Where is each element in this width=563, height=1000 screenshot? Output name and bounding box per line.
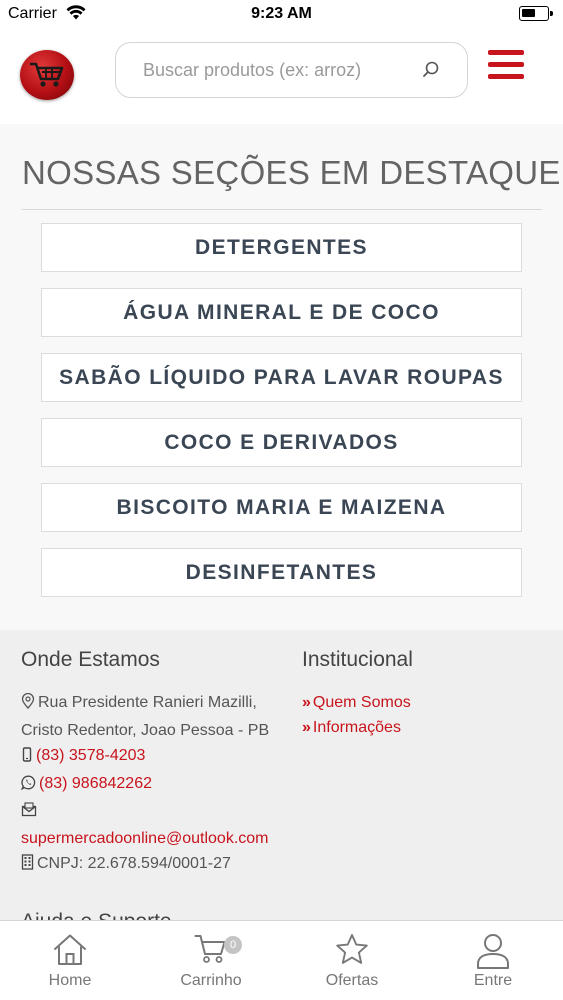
category-button-biscoito[interactable]: BISCOITO MARIA E MAIZENA: [41, 483, 522, 532]
mobile-phone-icon: [21, 745, 33, 771]
phone-line: (83) 3578-4203: [21, 743, 291, 771]
search-input[interactable]: [116, 43, 416, 97]
tab-entre[interactable]: Entre: [423, 921, 563, 1000]
user-icon: [476, 933, 510, 974]
tab-home[interactable]: Home: [0, 921, 140, 1000]
category-button-desinfetantes[interactable]: DESINFETANTES: [41, 548, 522, 597]
category-button-detergentes[interactable]: DETERGENTES: [41, 223, 522, 272]
tab-carrinho-label: Carrinho: [180, 972, 242, 989]
tab-entre-label: Entre: [473, 972, 513, 989]
cnpj-line: CNPJ: 22.678.594/0001-27: [21, 851, 291, 879]
double-chevron-right-icon: »: [302, 694, 311, 711]
double-chevron-right-icon: »: [302, 719, 311, 736]
category-button-sabao-liquido[interactable]: SABÃO LÍQUIDO PARA LAVAR ROUPAS: [41, 353, 522, 402]
email-icon-line: [21, 798, 291, 826]
bottom-tab-bar: Home 0 Carrinho Ofertas Entre: [0, 920, 563, 1000]
building-icon: [21, 853, 34, 879]
support-heading-partial: Ajuda e Suporte: [21, 910, 172, 920]
institutional-column: Institucional » Quem Somos » Informações: [302, 648, 552, 740]
status-time: 9:23 AM: [251, 5, 312, 22]
location-column: Onde Estamos Rua Presidente Ranieri Mazi…: [20, 648, 291, 879]
category-list: DETERGENTES ÁGUA MINERAL E DE COCO SABÃO…: [41, 223, 522, 613]
location-heading: Onde Estamos: [21, 648, 160, 671]
link-quem-somos-label: Quem Somos: [312, 694, 411, 711]
address-line: Rua Presidente Ranieri Mazilli,: [21, 690, 291, 718]
title-divider: [22, 209, 542, 210]
tab-ofertas-label: Ofertas: [325, 972, 379, 989]
cart-count-badge: 0: [224, 936, 242, 954]
phone-link[interactable]: (83) 3578-4203: [36, 747, 145, 764]
link-informacoes[interactable]: » Informações: [302, 715, 552, 740]
featured-sections: NOSSAS SEÇÕES EM DESTAQUE DETERGENTES ÁG…: [0, 124, 563, 630]
tab-home-label: Home: [48, 972, 92, 989]
battery-icon: [519, 6, 553, 21]
email-link[interactable]: supermercadoonline@outlook.com: [21, 826, 291, 852]
category-button-agua-mineral[interactable]: ÁGUA MINERAL E DE COCO: [41, 288, 522, 337]
whatsapp-line: (83) 986842262: [20, 771, 291, 799]
page-title: NOSSAS SEÇÕES EM DESTAQUE: [22, 154, 561, 191]
address-line-1: Rua Presidente Ranieri Mazilli,: [38, 694, 257, 711]
hamburger-menu-icon[interactable]: [488, 50, 524, 82]
email-icon: [21, 800, 37, 826]
search-icon[interactable]: [421, 60, 441, 85]
whatsapp-icon: [20, 773, 36, 799]
link-quem-somos[interactable]: » Quem Somos: [302, 690, 552, 715]
tab-carrinho[interactable]: 0 Carrinho: [141, 921, 281, 1000]
site-footer: Onde Estamos Rua Presidente Ranieri Mazi…: [0, 630, 563, 920]
cart-icon: [194, 933, 228, 970]
category-button-coco[interactable]: COCO E DERIVADOS: [41, 418, 522, 467]
home-icon: [52, 933, 88, 972]
cnpj-text: CNPJ: 22.678.594/0001-27: [37, 855, 231, 872]
whatsapp-link[interactable]: (83) 986842262: [39, 775, 152, 792]
tab-ofertas[interactable]: Ofertas: [282, 921, 422, 1000]
address-line-2: Cristo Redentor, Joao Pessoa - PB: [21, 721, 270, 739]
app-header: [0, 28, 563, 124]
map-pin-icon: [21, 692, 35, 718]
status-bar: Carrier 9:23 AM: [0, 0, 563, 28]
shopping-cart-logo-icon[interactable]: [20, 50, 74, 100]
search-box[interactable]: [115, 42, 468, 98]
link-informacoes-label: Informações: [312, 719, 401, 736]
star-icon: [335, 933, 369, 971]
institutional-heading: Institucional: [302, 648, 413, 671]
